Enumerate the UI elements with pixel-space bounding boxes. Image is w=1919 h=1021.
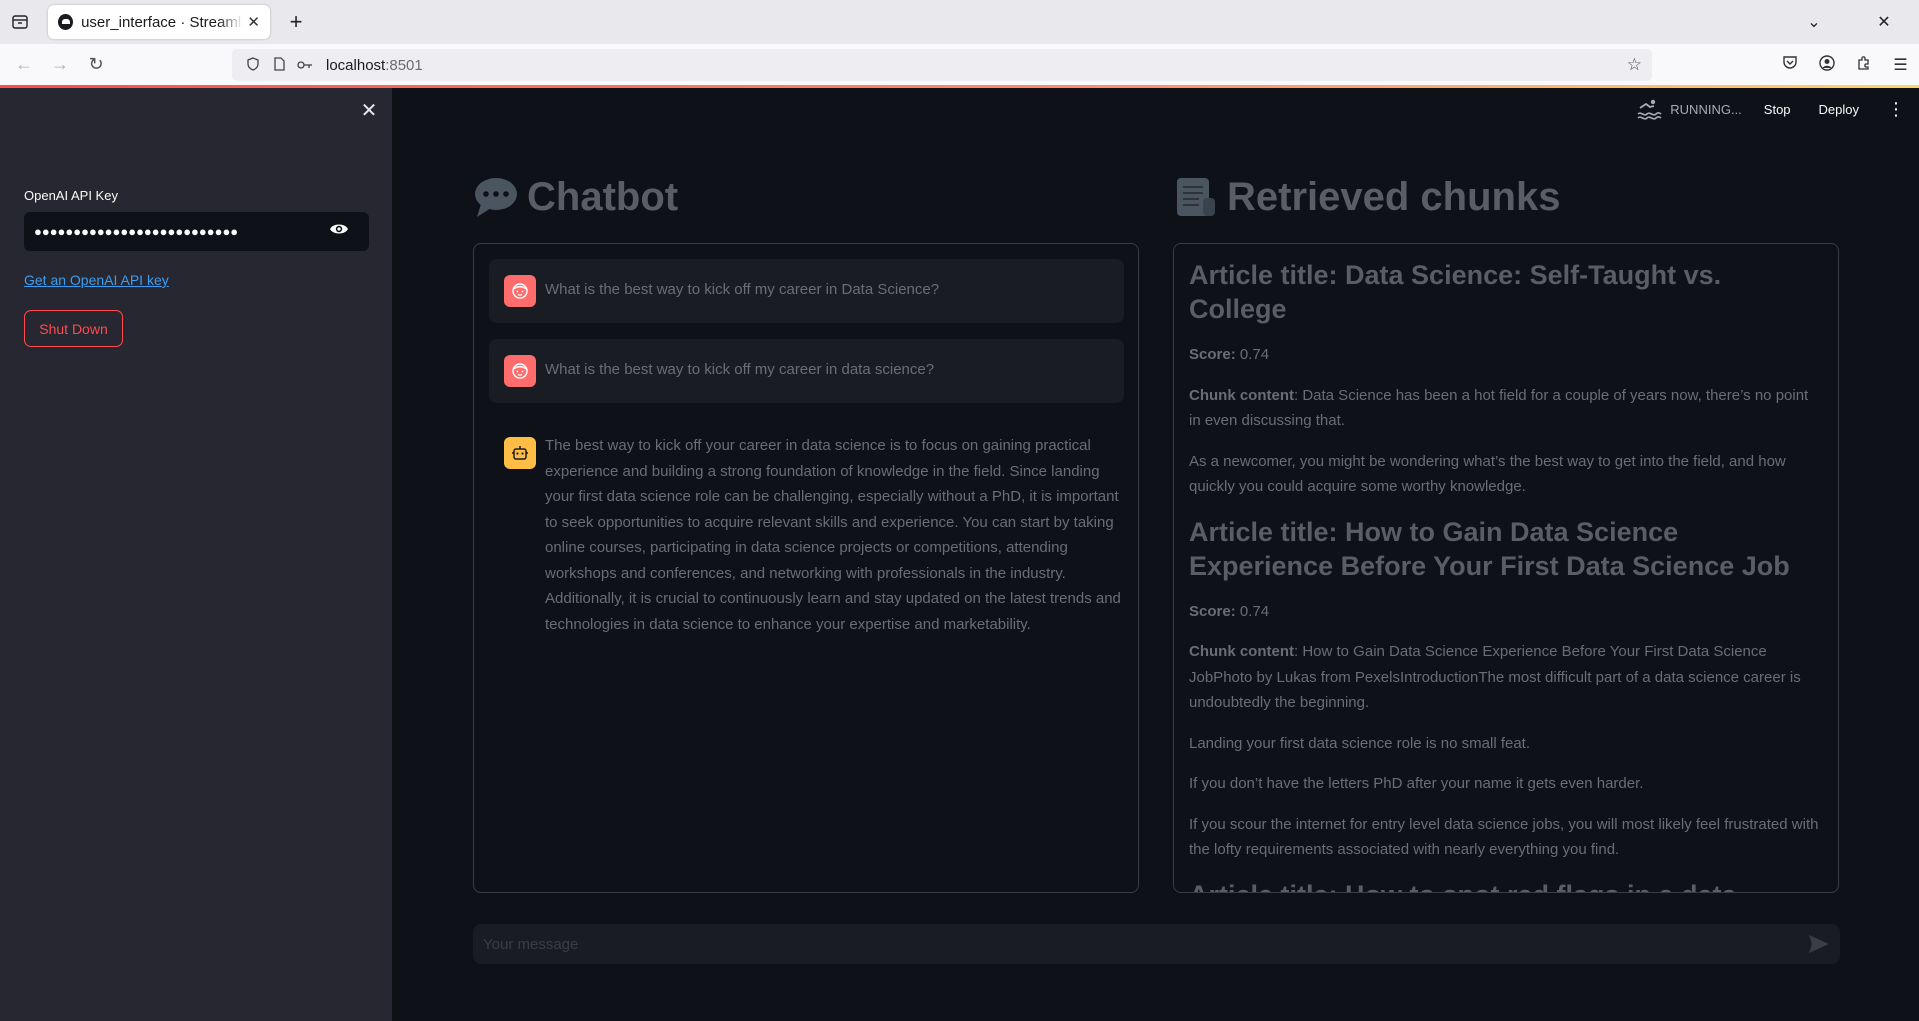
content-label: Chunk content <box>1189 386 1294 404</box>
bot-avatar-icon <box>504 437 536 469</box>
pocket-icon[interactable] <box>1771 55 1808 75</box>
app-toolbar: RUNNING... Stop Deploy ⋮ <box>1636 88 1919 130</box>
reload-icon[interactable]: ↻ <box>78 54 114 75</box>
retrieved-chunks-panel[interactable]: Article title: Data Science: Self-Taught… <box>1173 243 1839 893</box>
chunk-score: Score: 0.74 <box>1189 342 1823 368</box>
score-label: Score: <box>1189 346 1236 363</box>
window-close-icon[interactable]: ✕ <box>1849 12 1919 32</box>
main-area: RUNNING... Stop Deploy ⋮ Chatbot Retriev… <box>392 88 1919 1021</box>
chunk-paragraph: If you scour the internet for entry leve… <box>1189 815 1819 859</box>
url-port: :8501 <box>385 56 423 74</box>
shutdown-button[interactable]: Shut Down <box>24 310 123 347</box>
speech-balloon-icon <box>473 174 519 220</box>
chat-message-input[interactable] <box>483 924 1763 964</box>
browser-nav-bar: ← → ↻ localhost:8501 ☆ ☰ <box>0 44 1919 86</box>
chunk-paragraph: As a newcomer, you might be wondering wh… <box>1189 452 1786 496</box>
api-key-value[interactable]: ●●●●●●●●●●●●●●●●●●●●●●●●●● <box>34 224 314 239</box>
chunk-content: Chunk content: Data Science has been a h… <box>1189 383 1823 434</box>
chunk-paragraph: If you don’t have the letters PhD after … <box>1189 775 1644 792</box>
tab-list-icon[interactable] <box>0 0 40 44</box>
score-value: 0.74 <box>1239 602 1270 620</box>
tab-close-icon[interactable]: ✕ <box>247 13 260 31</box>
streamlit-favicon-icon <box>58 14 74 30</box>
menu-icon[interactable]: ☰ <box>1882 55 1919 75</box>
retrieved-header: Retrieved chunks <box>1173 174 1560 220</box>
chatbot-title: Chatbot <box>527 174 679 219</box>
tab-title: user_interface · Streamlit <box>81 13 244 31</box>
chat-input-box[interactable] <box>473 924 1840 964</box>
deploy-button[interactable]: Deploy <box>1819 102 1859 117</box>
chunk-title: Article title: Data Science: Self-Taught… <box>1189 260 1722 324</box>
chunk: Article title: How to spot red flags in … <box>1189 878 1823 893</box>
user-avatar-icon <box>504 355 536 387</box>
scroll-icon <box>1173 174 1219 220</box>
chat-message-text: What is the best way to kick off my care… <box>545 361 935 378</box>
user-avatar-icon <box>504 275 536 307</box>
chunk: Article title: How to Gain Data Science … <box>1189 515 1823 863</box>
shield-icon[interactable] <box>242 56 264 74</box>
chat-message-text: What is the best way to kick off my care… <box>545 281 940 298</box>
running-status: RUNNING... <box>1670 101 1742 117</box>
chatbot-header: Chatbot <box>473 174 678 220</box>
chat-message-text: The best way to kick off your career in … <box>545 437 1121 633</box>
chunk-title: Article title: How to spot red flags in … <box>1189 878 1823 893</box>
get-api-key-link[interactable]: Get an OpenAI API key <box>24 272 169 288</box>
url-bar[interactable]: localhost:8501 ☆ <box>232 49 1652 81</box>
browser-tab[interactable]: user_interface · Streamlit ✕ <box>48 5 270 39</box>
new-tab-icon[interactable]: + <box>282 9 310 35</box>
api-key-label: OpenAI API Key <box>24 188 118 203</box>
chat-message-user: What is the best way to kick off my care… <box>489 259 1124 323</box>
running-swimmer-icon <box>1636 96 1662 122</box>
chat-panel[interactable]: What is the best way to kick off my care… <box>473 243 1139 893</box>
chunk-content: Chunk content: How to Gain Data Science … <box>1189 639 1823 716</box>
bookmark-star-icon[interactable]: ☆ <box>1627 55 1642 75</box>
more-options-icon[interactable]: ⋮ <box>1887 99 1905 120</box>
chunk-score: Score: 0.74 <box>1189 599 1823 625</box>
account-icon[interactable] <box>1808 54 1845 76</box>
url-host: localhost <box>326 56 386 74</box>
sidebar: ✕ OpenAI API Key ●●●●●●●●●●●●●●●●●●●●●●●… <box>0 88 392 1021</box>
extensions-icon[interactable] <box>1845 55 1882 76</box>
score-value: 0.74 <box>1239 346 1270 363</box>
sidebar-close-icon[interactable]: ✕ <box>358 98 380 123</box>
retrieved-title: Retrieved chunks <box>1227 174 1561 219</box>
chunk: Article title: Data Science: Self-Taught… <box>1189 258 1823 500</box>
chevron-down-icon[interactable]: ⌄ <box>1779 12 1849 32</box>
back-arrow-icon[interactable]: ← <box>6 54 42 75</box>
send-icon[interactable] <box>1808 934 1830 954</box>
stop-button[interactable]: Stop <box>1764 102 1791 117</box>
key-icon[interactable] <box>294 58 316 73</box>
browser-tab-bar: user_interface · Streamlit ✕ + ⌄ ✕ <box>0 0 1919 44</box>
api-key-input[interactable]: ●●●●●●●●●●●●●●●●●●●●●●●●●● <box>24 212 369 251</box>
eye-icon[interactable] <box>329 222 349 240</box>
content-label: Chunk content <box>1189 643 1294 660</box>
forward-arrow-icon[interactable]: → <box>42 54 78 75</box>
score-label: Score: <box>1189 602 1236 620</box>
chat-message-assistant: The best way to kick off your career in … <box>489 437 1124 637</box>
chunk-title: Article title: How to Gain Data Science … <box>1189 516 1790 581</box>
chat-message-user: What is the best way to kick off my care… <box>489 339 1124 403</box>
chunk-paragraph: Landing your first data science role is … <box>1189 734 1531 752</box>
page-info-icon[interactable] <box>268 56 290 74</box>
